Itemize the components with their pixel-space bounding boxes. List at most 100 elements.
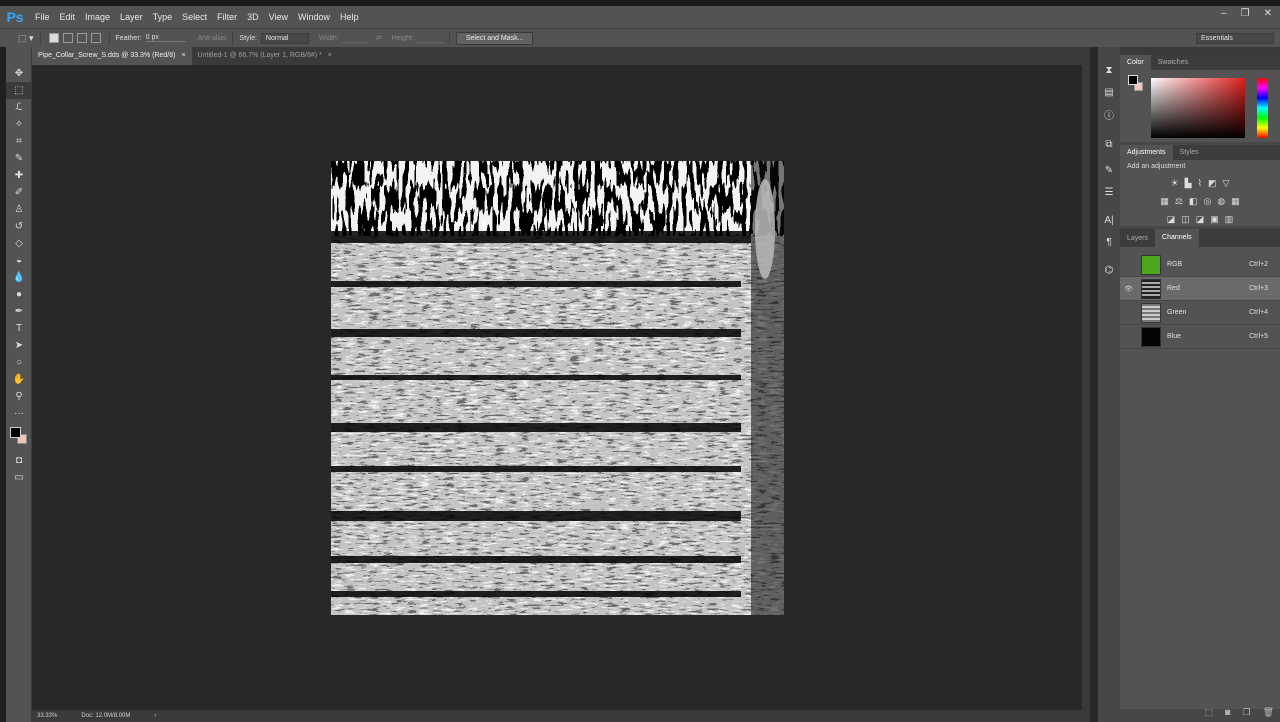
vibrance-icon[interactable]: ▽	[1223, 178, 1230, 189]
menu-help[interactable]: Help	[335, 6, 364, 28]
subtract-selection-icon[interactable]	[76, 33, 87, 43]
menu-filter[interactable]: Filter	[212, 6, 242, 28]
channel-row[interactable]: Blue Ctrl+5	[1120, 325, 1280, 349]
minimize-button[interactable]: –	[1221, 8, 1227, 19]
marquee-icon[interactable]: ⬚	[6, 82, 32, 99]
properties-icon[interactable]: ☰	[1098, 181, 1120, 203]
feather-input[interactable]: 0 px	[145, 34, 186, 42]
clone-source-icon[interactable]: ⧉	[1098, 133, 1120, 155]
brushes-icon[interactable]: ✎	[1098, 159, 1120, 181]
menu-select[interactable]: Select	[177, 6, 212, 28]
path-select-icon[interactable]: ➤	[6, 337, 32, 354]
menu-window[interactable]: Window	[293, 6, 335, 28]
screen-mode-icon[interactable]: ▭	[6, 469, 32, 486]
close-tab-icon[interactable]: ×	[181, 52, 185, 59]
menu-3d[interactable]: 3D	[242, 6, 264, 28]
paths-icon[interactable]: ⌬	[1098, 259, 1120, 281]
crop-icon[interactable]: ⌗	[6, 133, 32, 150]
libraries-icon[interactable]: ▤	[1098, 81, 1120, 103]
history-icon[interactable]: ⧗	[1098, 59, 1120, 81]
history-brush-icon[interactable]: ↺	[6, 218, 32, 235]
antialias-checkbox[interactable]: Anti-alias	[198, 35, 227, 42]
tab-color[interactable]: Color	[1120, 55, 1151, 70]
vertical-scrollbar[interactable]	[1082, 65, 1090, 710]
hue-sat-icon[interactable]: ▦	[1160, 196, 1169, 207]
style-select[interactable]: Normal	[260, 32, 309, 44]
tab-adjustments[interactable]: Adjustments	[1120, 145, 1173, 160]
magic-wand-icon[interactable]: ✧	[6, 116, 32, 133]
info-icon[interactable]: ⓘ	[1098, 103, 1120, 125]
pen-icon[interactable]: ✒	[6, 303, 32, 320]
tab-styles[interactable]: Styles	[1173, 145, 1206, 160]
add-selection-icon[interactable]	[62, 33, 73, 43]
brush-icon[interactable]: ✐	[6, 184, 32, 201]
channel-row[interactable]: RGB Ctrl+2	[1120, 253, 1280, 277]
ellipse-icon[interactable]: ○	[6, 354, 32, 371]
character-icon[interactable]: A|	[1098, 209, 1120, 231]
menu-edit[interactable]: Edit	[55, 6, 81, 28]
move-icon[interactable]: ✥	[6, 65, 32, 82]
exposure-icon[interactable]: ◩	[1208, 178, 1217, 189]
tab-swatches[interactable]: Swatches	[1151, 55, 1195, 70]
select-and-mask-button[interactable]: Select and Mask...	[455, 31, 534, 45]
tab-untitled[interactable]: Untitled-1 @ 66.7% (Layer 1, RGB/8#) * ×	[192, 47, 338, 65]
save-selection-icon[interactable]: ◙	[1225, 707, 1230, 718]
width-input[interactable]	[341, 34, 368, 43]
channel-row[interactable]: 👁 Red Ctrl+3	[1120, 277, 1280, 301]
clone-stamp-icon[interactable]: ♙	[6, 201, 32, 218]
menu-image[interactable]: Image	[80, 6, 115, 28]
zoom-level[interactable]: 33.33%	[37, 713, 57, 719]
curves-icon[interactable]: ⌇	[1198, 178, 1202, 189]
status-arrow-icon[interactable]: ›	[154, 713, 156, 719]
invert-icon[interactable]: ◪	[1167, 214, 1176, 225]
threshold-icon[interactable]: ◪	[1196, 214, 1205, 225]
tab-channels[interactable]: Channels	[1155, 229, 1199, 247]
delete-channel-icon[interactable]: 🗑	[1263, 707, 1274, 718]
menu-file[interactable]: File	[30, 6, 55, 28]
eyedropper-icon[interactable]: ✎	[6, 150, 32, 167]
selective-color-icon[interactable]: ▣	[1210, 214, 1219, 225]
new-selection-icon[interactable]	[48, 33, 59, 43]
eraser-icon[interactable]: ◇	[6, 235, 32, 252]
channel-row[interactable]: Green Ctrl+4	[1120, 301, 1280, 325]
dodge-icon[interactable]: ●	[6, 286, 32, 303]
eye-icon[interactable]: 👁	[1124, 285, 1136, 293]
document-canvas[interactable]	[331, 161, 784, 615]
menu-view[interactable]: View	[264, 6, 293, 28]
menu-type[interactable]: Type	[148, 6, 178, 28]
black-white-icon[interactable]: ◧	[1189, 196, 1198, 207]
hue-slider[interactable]	[1257, 78, 1268, 138]
color-lookup-icon[interactable]: ▦	[1231, 196, 1240, 207]
hand-icon[interactable]: ✋	[6, 371, 32, 388]
brightness-icon[interactable]: ☀	[1171, 178, 1179, 189]
more-tools-icon[interactable]: ···	[6, 405, 32, 422]
tab-layers[interactable]: Layers	[1120, 231, 1155, 246]
intersect-selection-icon[interactable]	[90, 33, 101, 43]
channel-mixer-icon[interactable]: ◍	[1217, 196, 1225, 207]
lasso-icon[interactable]: ℒ	[6, 99, 32, 116]
paint-bucket-icon[interactable]: ◒	[6, 252, 32, 269]
levels-icon[interactable]: ▙	[1185, 178, 1192, 189]
tab-pipe-collar[interactable]: Pipe_Collar_Screw_S.dds @ 33.3% (Red/8) ×	[32, 47, 192, 65]
swap-icon[interactable]: ⇄	[376, 34, 382, 42]
new-channel-icon[interactable]: ❐	[1242, 707, 1250, 718]
foreground-color-swatch[interactable]	[10, 427, 21, 438]
zoom-icon[interactable]: ⚲	[6, 388, 32, 405]
marquee-preset-icon[interactable]: ⬚ ▾	[18, 33, 34, 44]
paragraph-icon[interactable]: ¶	[1098, 231, 1120, 253]
healing-brush-icon[interactable]: ✚	[6, 167, 32, 184]
photo-filter-icon[interactable]: ◎	[1203, 196, 1211, 207]
type-icon[interactable]: T	[6, 320, 32, 337]
load-selection-icon[interactable]: ⬚	[1205, 707, 1214, 718]
color-spectrum[interactable]	[1151, 78, 1245, 138]
quick-mask-icon[interactable]: ◘	[6, 452, 32, 469]
gradient-map-icon[interactable]: ▥	[1225, 214, 1234, 225]
color-balance-icon[interactable]: ⚖	[1175, 196, 1183, 207]
close-button[interactable]: ✕	[1264, 8, 1272, 19]
close-tab-icon[interactable]: ×	[328, 52, 332, 59]
menu-layer[interactable]: Layer	[115, 6, 148, 28]
workspace-select[interactable]: Essentials	[1196, 32, 1274, 44]
posterize-icon[interactable]: ◫	[1181, 214, 1190, 225]
restore-button[interactable]: ❐	[1241, 8, 1250, 19]
blur-icon[interactable]: 💧	[6, 269, 32, 286]
